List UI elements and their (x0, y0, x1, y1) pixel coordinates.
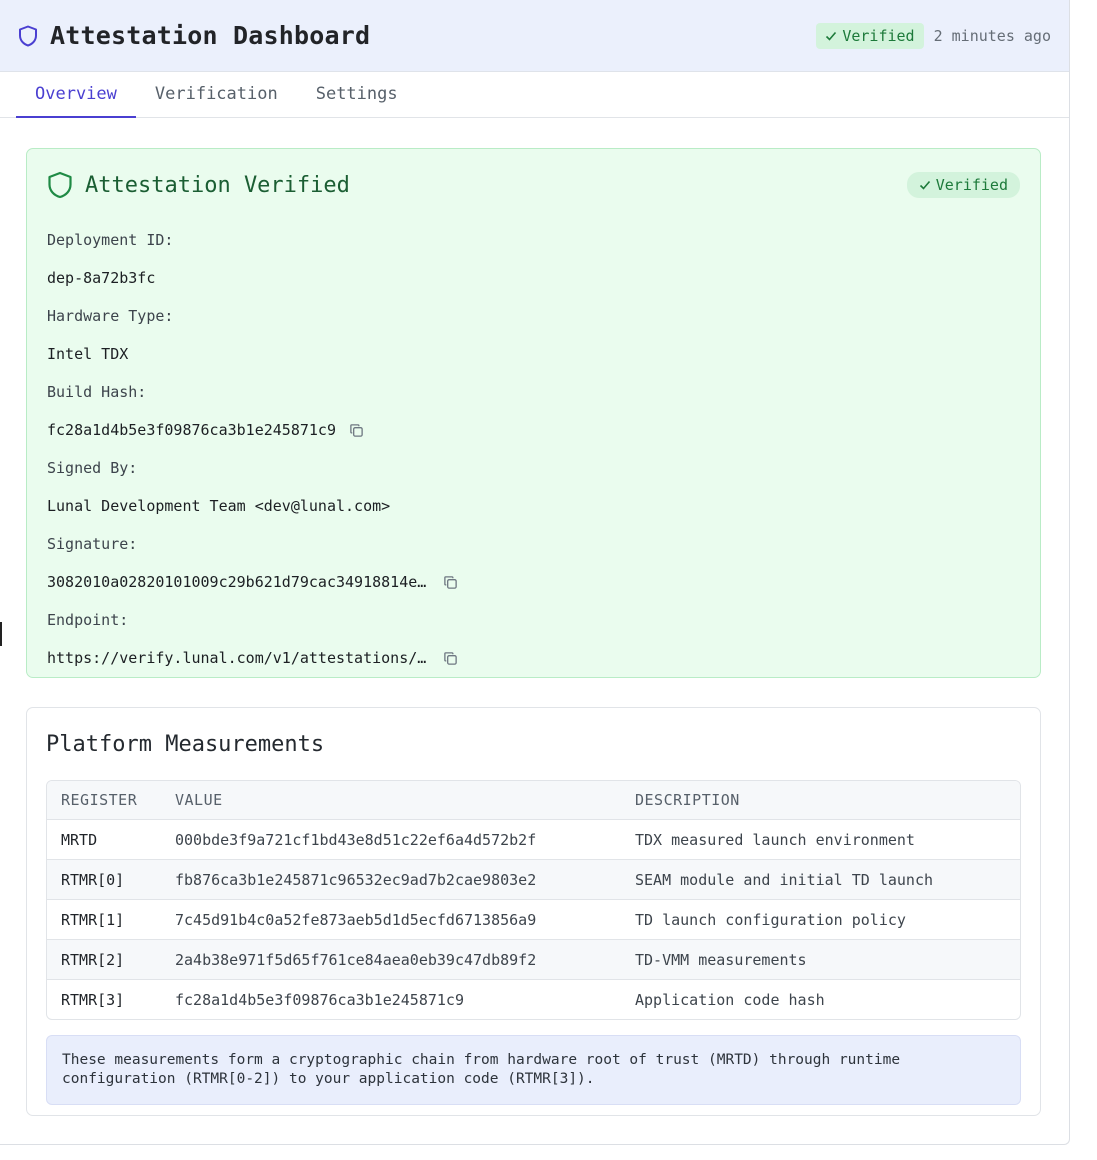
measurements-info-note: These measurements form a cryptographic … (46, 1035, 1021, 1105)
table-row: RTMR[0] fb876ca3b1e245871c96532ec9ad7b2c… (47, 859, 1020, 899)
copy-icon[interactable] (441, 573, 459, 591)
register-cell: MRTD (61, 830, 98, 849)
build-hash-text: fc28a1d4b5e3f09876ca3b1e245871c9 (47, 421, 336, 439)
build-hash-label: Build Hash: (47, 383, 147, 401)
endpoint-label: Endpoint: (47, 611, 129, 629)
copy-icon[interactable] (348, 421, 366, 439)
tab-verification[interactable]: Verification (136, 72, 297, 118)
tab-overview[interactable]: Overview (16, 72, 136, 118)
signed-by-value: Lunal Development Team <dev@lunal.com> (47, 487, 1020, 525)
status-badge-label: Verified (842, 26, 915, 45)
value-cell: 2a4b38e971f5d65f761ce84aea0eb39c47db89f2 (175, 950, 537, 969)
register-cell: RTMR[2] (61, 950, 125, 969)
description-cell: TDX measured launch environment (635, 830, 915, 849)
value-cell: fb876ca3b1e245871c96532ec9ad7b2cae9803e2 (175, 870, 537, 889)
signature-label: Signature: (47, 535, 138, 553)
register-cell: RTMR[0] (61, 870, 125, 889)
value-cell: fc28a1d4b5e3f09876ca3b1e245871c9 (175, 990, 464, 1009)
description-cell: TD launch configuration policy (635, 910, 906, 929)
endpoint-value: https://verify.lunal.com/v1/attestations… (47, 639, 1020, 677)
text-cursor (0, 622, 2, 646)
description-cell: SEAM module and initial TD launch (635, 870, 934, 889)
attestation-verified-card: Attestation Verified Verified Deployment… (26, 148, 1041, 678)
table-header-row: REGISTER VALUE DESCRIPTION (47, 781, 1020, 819)
table-row: MRTD 000bde3f9a721cf1bd43e8d51c22ef6a4d5… (47, 819, 1020, 859)
header-bar: Attestation Dashboard Verified 2 minutes… (0, 0, 1069, 72)
measurements-table: REGISTER VALUE DESCRIPTION MRTD 000bde3f… (46, 780, 1021, 1020)
column-header-register: REGISTER (61, 791, 138, 809)
shield-icon (47, 171, 73, 199)
signed-by-text: Lunal Development Team <dev@lunal.com> (47, 497, 391, 515)
measurements-title: Platform Measurements (46, 731, 325, 757)
signature-value: 3082010a02820101009c29b621d79cac34918814… (47, 563, 1020, 601)
table-row: RTMR[1] 7c45d91b4c0a52fe873aeb5d1d5ecfd6… (47, 899, 1020, 939)
value-cell: 000bde3f9a721cf1bd43e8d51c22ef6a4d572b2f (175, 830, 537, 849)
hardware-type-text: Intel TDX (47, 345, 129, 363)
register-cell: RTMR[1] (61, 910, 125, 929)
hardware-type-label: Hardware Type: (47, 307, 174, 325)
note-line-2: configuration (RTMR[0-2]) to your applic… (62, 1071, 595, 1087)
attestation-card-title: Attestation Verified (85, 172, 350, 198)
register-cell: RTMR[3] (61, 990, 125, 1009)
hardware-type-value: Intel TDX (47, 335, 1020, 373)
build-hash-value: fc28a1d4b5e3f09876ca3b1e245871c9 (47, 411, 1020, 449)
last-updated-text: 2 minutes ago (933, 26, 1051, 45)
platform-measurements-card: Platform Measurements REGISTER VALUE DES… (26, 707, 1041, 1116)
copy-icon[interactable] (441, 649, 459, 667)
column-header-description: DESCRIPTION (635, 791, 740, 809)
description-cell: TD-VMM measurements (635, 950, 807, 969)
check-icon (919, 180, 930, 190)
table-row: RTMR[3] fc28a1d4b5e3f09876ca3b1e245871c9… (47, 979, 1020, 1019)
status-badge: Verified (816, 22, 924, 49)
deployment-id-value: dep-8a72b3fc (47, 259, 1020, 297)
deployment-id-text: dep-8a72b3fc (47, 269, 156, 287)
tab-bar: Overview Verification Settings (0, 72, 1069, 118)
shield-icon (18, 25, 38, 47)
verified-badge: Verified (906, 172, 1020, 198)
tab-settings[interactable]: Settings (297, 72, 417, 118)
value-cell: 7c45d91b4c0a52fe873aeb5d1d5ecfd6713856a9 (175, 910, 537, 929)
note-line-1: These measurements form a cryptographic … (62, 1052, 901, 1068)
check-icon (826, 31, 837, 41)
signature-text: 3082010a02820101009c29b621d79cac34918814… (47, 573, 429, 591)
column-header-value: VALUE (175, 791, 223, 809)
endpoint-text: https://verify.lunal.com/v1/attestations… (47, 649, 429, 667)
page-title: Attestation Dashboard (50, 21, 371, 50)
signed-by-label: Signed By: (47, 459, 138, 477)
dashboard-panel: Attestation Dashboard Verified 2 minutes… (0, 0, 1070, 1145)
description-cell: Application code hash (635, 990, 825, 1009)
attestation-card-header: Attestation Verified Verified (47, 149, 1020, 221)
verified-badge-label: Verified (935, 176, 1008, 194)
deployment-id-label: Deployment ID: (47, 231, 174, 249)
table-row: RTMR[2] 2a4b38e971f5d65f761ce84aea0eb39c… (47, 939, 1020, 979)
